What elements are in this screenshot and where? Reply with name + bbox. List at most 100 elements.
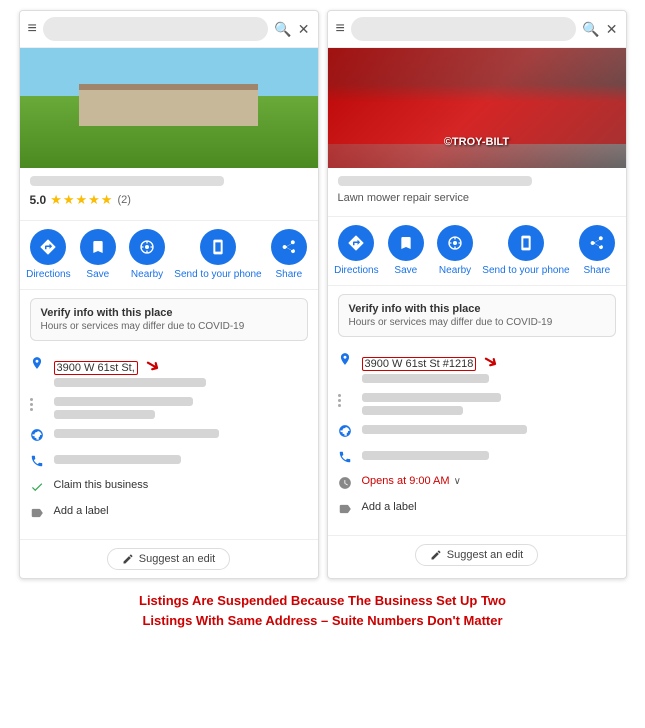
panels-container: ≡ 🔍 ✕ 5.0 ★★★★★ (2) Directions <box>10 10 635 579</box>
left-send-phone-label: Send to your phone <box>174 269 261 281</box>
right-phone-blur <box>362 451 489 460</box>
left-action-buttons: Directions Save Nearby Send to your phon… <box>20 220 318 290</box>
right-share-btn[interactable]: Share <box>575 225 619 277</box>
left-covid-subtitle: Hours or services may differ due to COVI… <box>41 321 297 332</box>
right-save-icon <box>398 235 414 251</box>
right-business-name-blur <box>338 176 533 186</box>
left-address-blur <box>54 378 206 387</box>
right-send-phone-btn[interactable]: Send to your phone <box>482 225 569 277</box>
right-suggest-edit-btn[interactable]: Suggest an edit <box>415 544 538 566</box>
right-directions-icon-circle <box>338 225 374 261</box>
right-share-icon <box>589 235 605 251</box>
right-dots-blur2 <box>362 406 464 415</box>
left-send-phone-icon-circle <box>200 229 236 265</box>
left-menu-icon[interactable]: ≡ <box>28 20 37 38</box>
right-menu-icon[interactable]: ≡ <box>336 20 345 38</box>
right-close-icon[interactable]: ✕ <box>606 21 618 38</box>
right-add-label-row[interactable]: Add a label <box>338 501 616 519</box>
mower-logo-text: ©TROY-BILT <box>444 136 509 148</box>
left-directions-icon-circle <box>30 229 66 265</box>
left-checkmark-icon <box>30 480 46 497</box>
left-claim-row[interactable]: Claim this business <box>30 479 308 497</box>
right-directions-btn[interactable]: Directions <box>334 225 378 277</box>
left-share-btn[interactable]: Share <box>267 229 311 281</box>
right-covid-notice: Verify info with this place Hours or ser… <box>338 294 616 337</box>
right-chevron-icon[interactable]: ∨ <box>454 476 461 487</box>
right-opens-text: Opens at 9:00 AM <box>362 475 450 487</box>
right-add-label-text[interactable]: Add a label <box>362 501 417 513</box>
left-panel-photo <box>20 48 318 168</box>
left-claim-text[interactable]: Claim this business <box>54 479 149 491</box>
left-covid-title: Verify info with this place <box>41 307 297 319</box>
left-send-phone-btn[interactable]: Send to your phone <box>174 229 261 281</box>
left-search-icon[interactable]: 🔍 <box>274 21 291 38</box>
right-business-type: Lawn mower repair service <box>338 192 616 204</box>
caption-line2: Listings With Same Address – Suite Numbe… <box>30 611 615 631</box>
right-globe-content <box>362 423 616 434</box>
left-dots-blur2 <box>54 410 156 419</box>
bottom-caption: Listings Are Suspended Because The Busin… <box>10 591 635 630</box>
left-dots-content <box>54 395 308 419</box>
right-address-blur <box>362 374 489 383</box>
left-nearby-btn[interactable]: Nearby <box>125 229 169 281</box>
right-search-icon[interactable]: 🔍 <box>582 21 599 38</box>
left-close-icon[interactable]: ✕ <box>298 21 310 38</box>
left-panel: ≡ 🔍 ✕ 5.0 ★★★★★ (2) Directions <box>19 10 319 579</box>
left-nearby-icon-circle <box>129 229 165 265</box>
right-opens-row[interactable]: Opens at 9:00 AM ∨ <box>338 475 616 493</box>
right-save-icon-circle <box>388 225 424 261</box>
right-suggest-edit-label: Suggest an edit <box>447 549 523 561</box>
right-save-btn[interactable]: Save <box>384 225 428 277</box>
right-directions-label: Directions <box>334 265 378 277</box>
right-address-highlight: 3900 W 61st St #1218 <box>362 357 477 371</box>
left-business-name-blur <box>30 176 225 186</box>
right-clock-icon <box>338 476 354 493</box>
left-panel-header: ≡ 🔍 ✕ <box>20 11 318 48</box>
left-save-icon-circle <box>80 229 116 265</box>
left-suggest-edit-section: Suggest an edit <box>20 539 318 578</box>
right-panel-photo: ©TROY-BILT <box>328 48 626 168</box>
save-icon <box>90 239 106 255</box>
right-globe-row <box>338 423 616 441</box>
left-address-row: 3900 W 61st St, ➜ <box>30 355 308 387</box>
right-dots-blur <box>362 393 502 402</box>
right-suggest-edit-section: Suggest an edit <box>328 535 626 574</box>
left-stars: ★★★★★ <box>50 192 113 208</box>
left-save-btn[interactable]: Save <box>76 229 120 281</box>
right-phone-row <box>338 449 616 467</box>
caption-line1: Listings Are Suspended Because The Busin… <box>30 591 615 611</box>
left-details-section: 3900 W 61st St, ➜ <box>20 349 318 535</box>
right-send-phone-icon-circle <box>508 225 544 261</box>
right-search-bar[interactable] <box>351 17 576 41</box>
left-globe-content <box>54 427 308 438</box>
right-pencil-icon <box>430 549 442 561</box>
right-opens-content: Opens at 9:00 AM ∨ <box>362 475 461 487</box>
left-add-label-text[interactable]: Add a label <box>54 505 109 517</box>
right-nearby-btn[interactable]: Nearby <box>433 225 477 277</box>
left-directions-label: Directions <box>26 269 70 281</box>
right-panel: ≡ 🔍 ✕ ©TROY-BILT Lawn mower repair servi… <box>327 10 627 579</box>
right-details-section: 3900 W 61st St #1218 ➜ <box>328 345 626 531</box>
send-to-phone-icon <box>210 239 226 255</box>
left-phone-content <box>54 453 308 464</box>
right-covid-subtitle: Hours or services may differ due to COVI… <box>349 317 605 328</box>
left-address-highlight: 3900 W 61st St, <box>54 361 138 375</box>
left-address-text: 3900 W 61st St, ➜ <box>54 355 308 387</box>
right-dots-row <box>338 391 616 415</box>
right-share-icon-circle <box>579 225 615 261</box>
right-save-label: Save <box>394 265 417 277</box>
left-add-label-row[interactable]: Add a label <box>30 505 308 523</box>
left-dots-blur <box>54 397 194 406</box>
left-search-bar[interactable] <box>43 17 268 41</box>
right-red-arrow: ➜ <box>479 349 503 375</box>
right-dots-icon <box>338 392 354 407</box>
left-phone-row <box>30 453 308 471</box>
left-suggest-edit-btn[interactable]: Suggest an edit <box>107 548 230 570</box>
left-globe-icon <box>30 428 46 445</box>
right-dots-content <box>362 391 616 415</box>
right-action-buttons: Directions Save Nearby Send to your phon… <box>328 216 626 286</box>
left-directions-btn[interactable]: Directions <box>26 229 70 281</box>
left-save-label: Save <box>86 269 109 281</box>
left-label-icon <box>30 506 46 523</box>
right-phone-icon <box>338 450 354 467</box>
